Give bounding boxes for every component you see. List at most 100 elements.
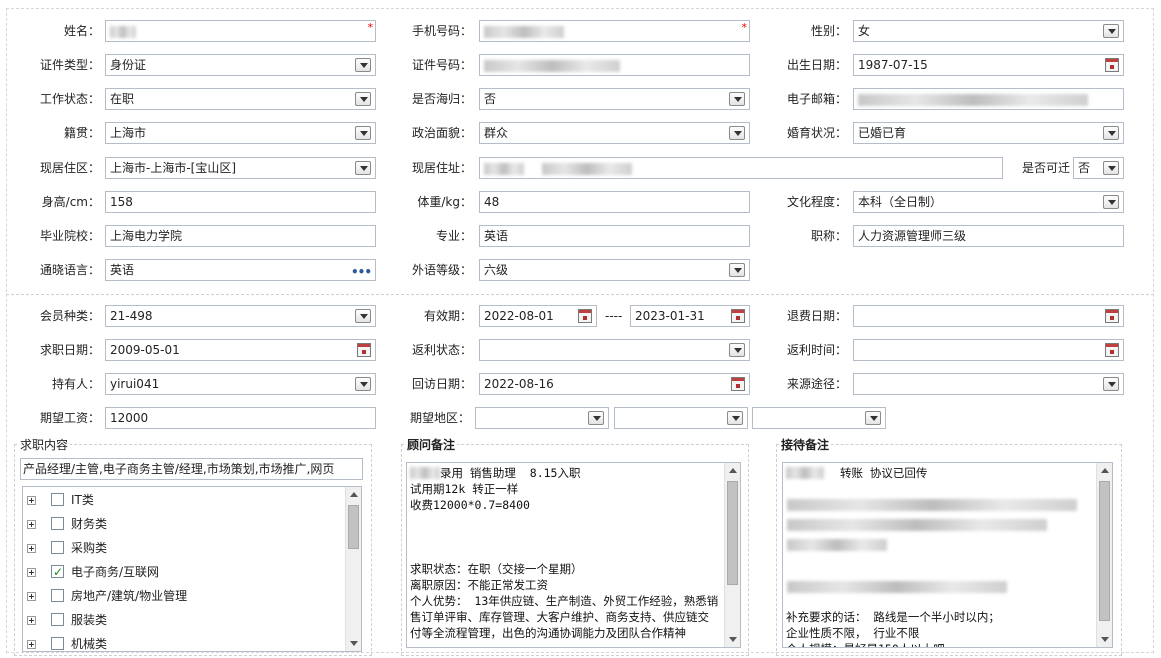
major-field[interactable]: 英语 bbox=[479, 225, 750, 247]
returnee-select[interactable]: 否 bbox=[479, 88, 750, 110]
scroll-thumb[interactable] bbox=[1099, 481, 1110, 621]
checkbox[interactable] bbox=[51, 541, 64, 554]
chevron-down-icon[interactable] bbox=[729, 343, 745, 357]
chevron-down-icon[interactable] bbox=[729, 126, 745, 140]
valid-from-field[interactable]: 2022-08-01 bbox=[479, 305, 597, 327]
checkbox[interactable] bbox=[51, 589, 64, 602]
foreign-level-select[interactable]: 六级 bbox=[479, 259, 750, 281]
checkbox[interactable] bbox=[51, 613, 64, 626]
visit-date-field[interactable]: 2022-08-16 bbox=[479, 373, 750, 395]
chevron-down-icon[interactable] bbox=[1103, 24, 1119, 38]
weight-field[interactable]: 48 bbox=[479, 191, 750, 213]
chevron-down-icon[interactable] bbox=[355, 58, 371, 72]
id-no-field[interactable] bbox=[479, 54, 750, 76]
id-type-select[interactable]: 身份证 bbox=[105, 54, 376, 76]
chevron-down-icon[interactable] bbox=[1103, 161, 1119, 175]
region-city-select[interactable] bbox=[614, 407, 748, 429]
notes-scrollbar[interactable] bbox=[724, 463, 740, 647]
expand-icon[interactable] bbox=[27, 520, 36, 529]
scroll-up-icon[interactable] bbox=[725, 463, 740, 478]
scroll-down-icon[interactable] bbox=[346, 636, 361, 651]
expand-icon[interactable] bbox=[27, 616, 36, 625]
residence-area-select[interactable]: 上海市-上海市-[宝山区] bbox=[105, 157, 376, 179]
region-district-select[interactable] bbox=[752, 407, 886, 429]
expand-icon[interactable] bbox=[27, 544, 36, 553]
rebate-status-label: 返利状态： bbox=[411, 343, 472, 357]
education-select[interactable]: 本科（全日制） bbox=[853, 191, 1124, 213]
checkbox-checked[interactable] bbox=[51, 562, 64, 582]
member-type-select[interactable]: 21-498 bbox=[105, 305, 376, 327]
calendar-icon[interactable] bbox=[1105, 58, 1119, 72]
chevron-down-icon[interactable] bbox=[355, 377, 371, 391]
scroll-thumb[interactable] bbox=[727, 481, 738, 585]
calendar-icon[interactable] bbox=[731, 377, 745, 391]
chevron-down-icon[interactable] bbox=[355, 161, 371, 175]
expand-icon[interactable] bbox=[27, 592, 36, 601]
gender-select[interactable]: 女 bbox=[853, 20, 1124, 42]
calendar-icon[interactable] bbox=[1105, 309, 1119, 323]
expand-icon[interactable] bbox=[27, 568, 36, 577]
visit-date-value: 2022-08-16 bbox=[484, 377, 554, 391]
name-field[interactable]: * bbox=[105, 20, 376, 42]
native-select[interactable]: 上海市 bbox=[105, 122, 376, 144]
calendar-icon[interactable] bbox=[1105, 343, 1119, 357]
chevron-down-icon[interactable] bbox=[1103, 195, 1119, 209]
job-date-field[interactable]: 2009-05-01 bbox=[105, 339, 376, 361]
scroll-up-icon[interactable] bbox=[346, 487, 361, 502]
chevron-down-icon[interactable] bbox=[355, 92, 371, 106]
notes-scrollbar[interactable] bbox=[1096, 463, 1112, 647]
chevron-down-icon[interactable] bbox=[355, 309, 371, 323]
chevron-down-icon[interactable] bbox=[727, 411, 743, 425]
scroll-down-icon[interactable] bbox=[725, 632, 740, 647]
marital-select[interactable]: 已婚已育 bbox=[853, 122, 1124, 144]
political-select[interactable]: 群众 bbox=[479, 122, 750, 144]
tree-scrollbar[interactable] bbox=[345, 487, 361, 651]
languages-field[interactable]: 英语 ••• bbox=[105, 259, 376, 281]
languages-value: 英语 bbox=[110, 263, 135, 277]
rebate-time-field[interactable] bbox=[853, 339, 1124, 361]
chevron-down-icon[interactable] bbox=[1103, 377, 1119, 391]
scroll-up-icon[interactable] bbox=[1097, 463, 1112, 478]
reception-notes-textarea[interactable]: 转账 协议已回传 补充要求的话： 路线是一个半小时以内； 企业性质不限， 行业不… bbox=[782, 462, 1113, 648]
phone-field[interactable]: * bbox=[479, 20, 750, 42]
chevron-down-icon[interactable] bbox=[729, 92, 745, 106]
checkbox[interactable] bbox=[51, 517, 64, 530]
height-field[interactable]: 158 bbox=[105, 191, 376, 213]
checkbox[interactable] bbox=[51, 493, 64, 506]
school-field[interactable]: 上海电力学院 bbox=[105, 225, 376, 247]
calendar-icon[interactable] bbox=[731, 309, 745, 323]
chevron-down-icon[interactable] bbox=[588, 411, 604, 425]
scroll-down-icon[interactable] bbox=[1097, 632, 1112, 647]
job-date-label: 求职日期： bbox=[39, 343, 100, 357]
refund-date-field[interactable] bbox=[853, 305, 1124, 327]
email-field[interactable] bbox=[853, 88, 1124, 110]
chevron-down-icon[interactable] bbox=[355, 126, 371, 140]
calendar-icon[interactable] bbox=[578, 309, 592, 323]
address-field[interactable] bbox=[479, 157, 1003, 179]
work-status-select[interactable]: 在职 bbox=[105, 88, 376, 110]
more-icon[interactable]: ••• bbox=[351, 262, 372, 280]
chevron-down-icon[interactable] bbox=[1103, 126, 1119, 140]
job-category-tree[interactable]: IT类 财务类 采购类 电子商务/互联网 房地产/建筑/物业管理 服装类 机械类 bbox=[22, 486, 362, 652]
chevron-down-icon[interactable] bbox=[865, 411, 881, 425]
chevron-down-icon[interactable] bbox=[729, 263, 745, 277]
consultant-notes-textarea[interactable]: 录用 销售助理 8.15入职 试用期12k 转正一样 收费12000*0.7=8… bbox=[406, 462, 741, 648]
scroll-thumb[interactable] bbox=[348, 505, 359, 549]
political-value: 群众 bbox=[484, 126, 509, 140]
address-value-redacted bbox=[541, 162, 632, 175]
checkbox[interactable] bbox=[51, 637, 64, 650]
rebate-status-select[interactable] bbox=[479, 339, 750, 361]
source-select[interactable] bbox=[853, 373, 1124, 395]
title-field[interactable]: 人力资源管理师三级 bbox=[853, 225, 1124, 247]
expand-icon[interactable] bbox=[27, 640, 36, 649]
calendar-icon[interactable] bbox=[357, 343, 371, 357]
region-province-select[interactable] bbox=[475, 407, 609, 429]
expand-icon[interactable] bbox=[27, 496, 36, 505]
birth-date-field[interactable]: 1987-07-15 bbox=[853, 54, 1124, 76]
job-content-summary[interactable]: 产品经理/主管,电子商务主管/经理,市场策划,市场推广,网页 bbox=[20, 458, 363, 480]
residence-area-label: 现居住区： bbox=[39, 161, 100, 175]
relocate-select[interactable]: 否 bbox=[1073, 157, 1124, 179]
holder-select[interactable]: yirui041 bbox=[105, 373, 376, 395]
valid-to-field[interactable]: 2023-01-31 bbox=[630, 305, 750, 327]
salary-field[interactable]: 12000 bbox=[105, 407, 376, 429]
